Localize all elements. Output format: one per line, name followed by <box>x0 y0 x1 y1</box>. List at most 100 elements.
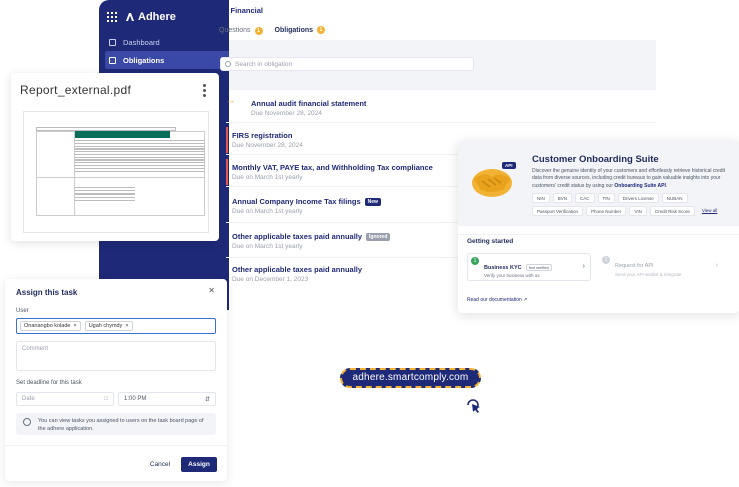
tag[interactable]: Phone Number <box>586 206 627 216</box>
search-icon <box>225 61 231 67</box>
step-title: Business KYC <box>484 264 522 271</box>
sidebar-item-label: Dashboard <box>123 37 160 47</box>
status-badge: Not verified <box>525 264 552 271</box>
date-placeholder: Date <box>22 396 35 402</box>
tag[interactable]: Drivers License <box>617 193 659 203</box>
api-badge: API <box>502 162 516 169</box>
step-description: Send your API waitlist & integrate <box>615 272 682 277</box>
url-badge[interactable]: adhere.smartcomply.com <box>340 368 481 388</box>
lightbulb-icon <box>23 418 31 426</box>
user-chip[interactable]: Onanangbo kolade × <box>20 321 81 331</box>
user-select-input[interactable]: Onanangbo kolade × Ugah chymdy × <box>16 318 216 334</box>
external-link-icon: ↗ <box>523 297 528 303</box>
new-badge: New <box>364 197 381 206</box>
sidebar-header: Adhere <box>99 0 229 34</box>
card-title: Customer Onboarding Suite <box>532 154 659 165</box>
sidebar-item-label: Obligations <box>123 55 165 65</box>
obligation-title: Other applicable taxes paid annually <box>232 232 363 241</box>
cursor-click-icon <box>467 399 480 413</box>
tab-count-badge: 1 <box>254 26 263 35</box>
priority-bar <box>226 159 228 185</box>
close-icon[interactable]: ✕ <box>208 286 215 295</box>
tag-list: NIN BVN CAC TIN Drivers License NUBAN Pa… <box>532 193 737 216</box>
date-input[interactable]: Date □ <box>16 392 114 406</box>
pdf-text-lines <box>75 140 205 173</box>
tab-label: Obligations <box>274 26 314 34</box>
assign-task-dialog: Assign this task ✕ User Onanangbo kolade… <box>5 279 227 481</box>
pdf-table-divider <box>36 177 205 178</box>
assign-button[interactable]: Assign <box>181 457 217 472</box>
calendar-icon: □ <box>104 396 108 402</box>
ignored-badge: Ignored <box>366 232 391 241</box>
user-label: User <box>16 308 29 314</box>
search-input[interactable]: Search in obligation <box>220 57 474 71</box>
chevron-right-icon: › <box>582 263 585 270</box>
obligation-item[interactable]: Annual audit financial statement Due Nov… <box>226 99 656 123</box>
tag[interactable]: VIN <box>629 206 647 216</box>
step-number: 1 <box>471 257 479 265</box>
tag[interactable]: NUBAN <box>661 193 688 203</box>
tag[interactable]: NIN <box>532 193 550 203</box>
divider <box>458 234 739 235</box>
back-label: Financial <box>230 6 264 15</box>
pdf-text-lines <box>75 187 135 203</box>
pdf-page-thumbnail <box>23 111 209 233</box>
step-number: 2 <box>602 256 610 264</box>
obligation-title: Annual audit financial statement <box>251 99 367 108</box>
step-business-kyc[interactable]: 1 Business KYC Not verified Verify your b… <box>467 253 591 281</box>
step-description: Verify your business with us <box>484 273 540 278</box>
tag[interactable]: TIN <box>597 193 615 203</box>
time-value: 1:00 PM <box>124 396 147 402</box>
documentation-label: Read our documentation <box>467 297 522 303</box>
remove-icon[interactable]: × <box>73 323 76 329</box>
back-link[interactable]: ← Financial <box>218 6 263 15</box>
getting-started-heading: Getting started <box>467 238 514 245</box>
divider <box>5 445 227 446</box>
deadline-label: Set deadline for this task <box>16 380 82 386</box>
description-link[interactable]: Onboarding Suite API <box>614 183 665 189</box>
obligation-title: FIRS registration <box>232 131 293 140</box>
card-description: Discover the genuine identity of your cu… <box>532 168 726 189</box>
apps-grid-icon[interactable] <box>107 12 117 22</box>
pdf-filename: Report_external.pdf <box>20 83 132 97</box>
time-select[interactable]: 1:00 PM ⇵ <box>118 392 216 406</box>
user-chip[interactable]: Ugah chymdy × <box>84 321 133 331</box>
step-title: Request for API <box>615 263 654 269</box>
user-chip-label: Onanangbo kolade <box>24 323 71 329</box>
tag[interactable]: CAC <box>575 193 595 203</box>
cancel-button[interactable]: Cancel <box>143 457 177 472</box>
obligation-due: Due November 28, 2024 <box>251 110 322 117</box>
sidebar-item-dashboard[interactable]: Dashboard <box>105 33 231 51</box>
view-all-link[interactable]: View all <box>698 206 721 216</box>
search-placeholder: Search in obligation <box>235 60 293 68</box>
comment-input[interactable]: Comment <box>16 341 216 371</box>
dialog-title: Assign this task <box>16 288 78 297</box>
step-request-api[interactable]: 2 Request for API Send your API waitlist… <box>599 253 723 281</box>
tab-questions[interactable]: Questions 1 <box>219 26 263 41</box>
tab-bar: Questions 1 Obligations 1 <box>219 26 326 41</box>
tag[interactable]: Credit Risk Score <box>649 206 695 216</box>
pdf-highlight-cell <box>75 131 170 138</box>
chevron-updown-icon: ⇵ <box>204 396 210 403</box>
priority-bar <box>226 127 228 153</box>
chevron-right-icon: › <box>715 262 718 269</box>
documentation-link[interactable]: Read our documentation ↗ <box>467 297 527 303</box>
pdf-preview-card[interactable]: Report_external.pdf <box>11 73 219 241</box>
adhere-logo-icon <box>126 13 134 21</box>
more-options-icon[interactable] <box>203 84 206 99</box>
remove-icon[interactable]: × <box>125 323 128 329</box>
brand-name: Adhere <box>138 11 176 23</box>
brand-logo[interactable]: Adhere <box>125 11 176 23</box>
tag[interactable]: BVN <box>552 193 573 203</box>
home-icon <box>109 38 116 46</box>
tag[interactable]: Passport Verification <box>532 206 584 216</box>
sidebar-item-obligations[interactable]: Obligations <box>105 51 231 69</box>
document-icon <box>109 56 116 64</box>
obligation-title: Annual Company Income Tax filings <box>232 197 361 206</box>
info-note: You can view tasks you assigned to users… <box>16 413 216 435</box>
onboarding-suite-card: API Customer Onboarding Suite Discover t… <box>458 141 739 313</box>
tab-obligations[interactable]: Obligations 1 <box>274 26 326 41</box>
user-chip-label: Ugah chymdy <box>88 323 123 329</box>
arrow-left-icon: ← <box>218 6 226 15</box>
info-text: You can view tasks you assigned to users… <box>38 418 204 433</box>
